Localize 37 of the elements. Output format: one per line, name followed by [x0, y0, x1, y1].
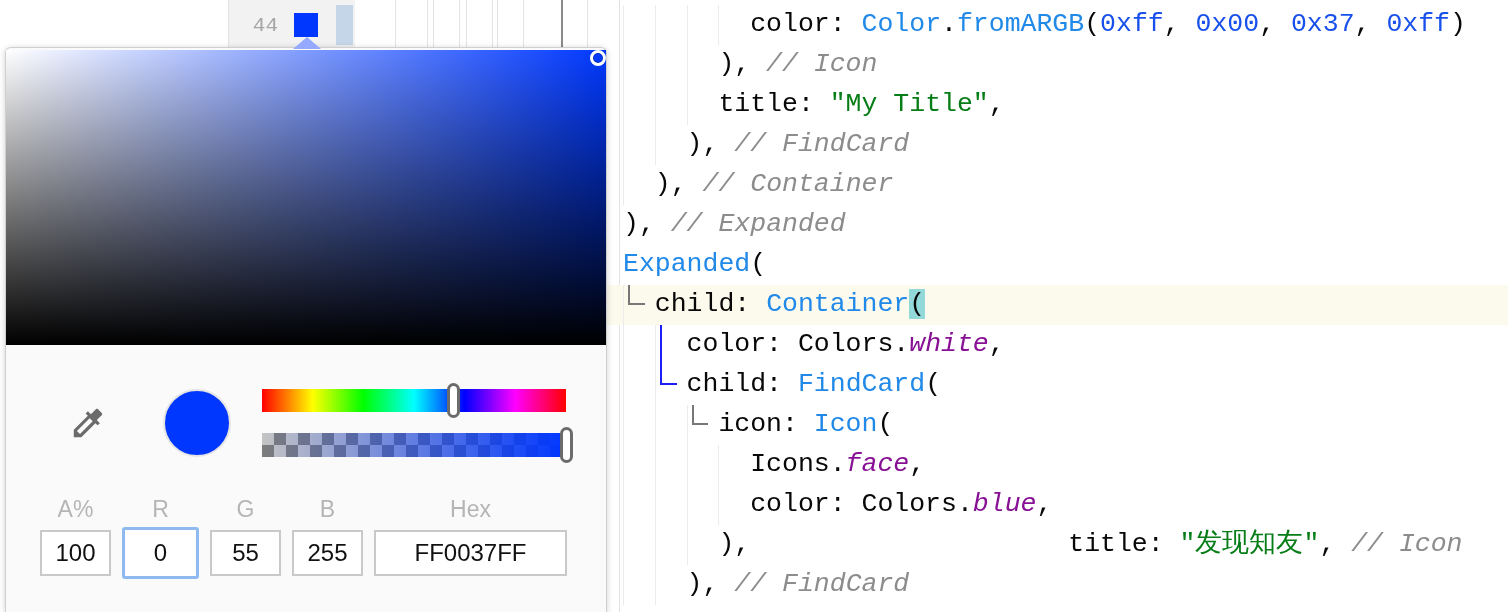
- code-line: Icons.face,: [750, 449, 926, 481]
- code-line: title: "发现知友", // Icon: [1068, 529, 1463, 561]
- code-line: color: Color.fromARGB(0xff, 0x00, 0x37, 0xff): [750, 9, 1466, 41]
- code-line: color: Colors.blue,: [750, 489, 1053, 521]
- pointer-triangle-icon: [293, 37, 321, 49]
- widget-guide: [659, 325, 677, 385]
- line-number: 44: [251, 14, 278, 36]
- field-label: R: [152, 496, 169, 522]
- slider-thumb[interactable]: [447, 383, 460, 418]
- field-label: Hex: [450, 496, 491, 522]
- value-field[interactable]: 55: [210, 530, 281, 576]
- field-label: B: [319, 496, 336, 522]
- widget-guide: [691, 405, 709, 425]
- code-line: ), // FindCard: [686, 569, 910, 601]
- code-line: child: Container(: [654, 289, 926, 321]
- slider-thumb[interactable]: [559, 427, 573, 463]
- value-field[interactable]: 100: [40, 530, 111, 576]
- picker-handle[interactable]: [590, 50, 606, 66]
- color-gradient-field[interactable]: [6, 50, 606, 345]
- code-line: icon: Icon(: [718, 409, 894, 441]
- code-line: ), // Expanded: [623, 209, 846, 241]
- eyedropper-icon[interactable]: [73, 408, 103, 438]
- color-swatch-icon[interactable]: [294, 13, 318, 37]
- code-line: child: FindCard(: [686, 369, 942, 401]
- code-line: Expanded(: [623, 249, 767, 281]
- code-line: ),: [718, 529, 751, 561]
- value-field[interactable]: 0: [122, 527, 199, 579]
- code-line: ), // Container: [654, 169, 894, 201]
- field-label: G: [236, 496, 255, 522]
- code-line: title: "My Title",: [718, 89, 1005, 121]
- code-line: ), // FindCard: [686, 129, 910, 161]
- value-field[interactable]: 255: [292, 530, 363, 576]
- value-field[interactable]: FF0037FF: [374, 530, 567, 576]
- field-label: A%: [57, 496, 94, 522]
- widget-guide: [628, 285, 645, 305]
- code-line: ), // Icon: [718, 49, 878, 81]
- code-line: color: Colors.white,: [686, 329, 1005, 361]
